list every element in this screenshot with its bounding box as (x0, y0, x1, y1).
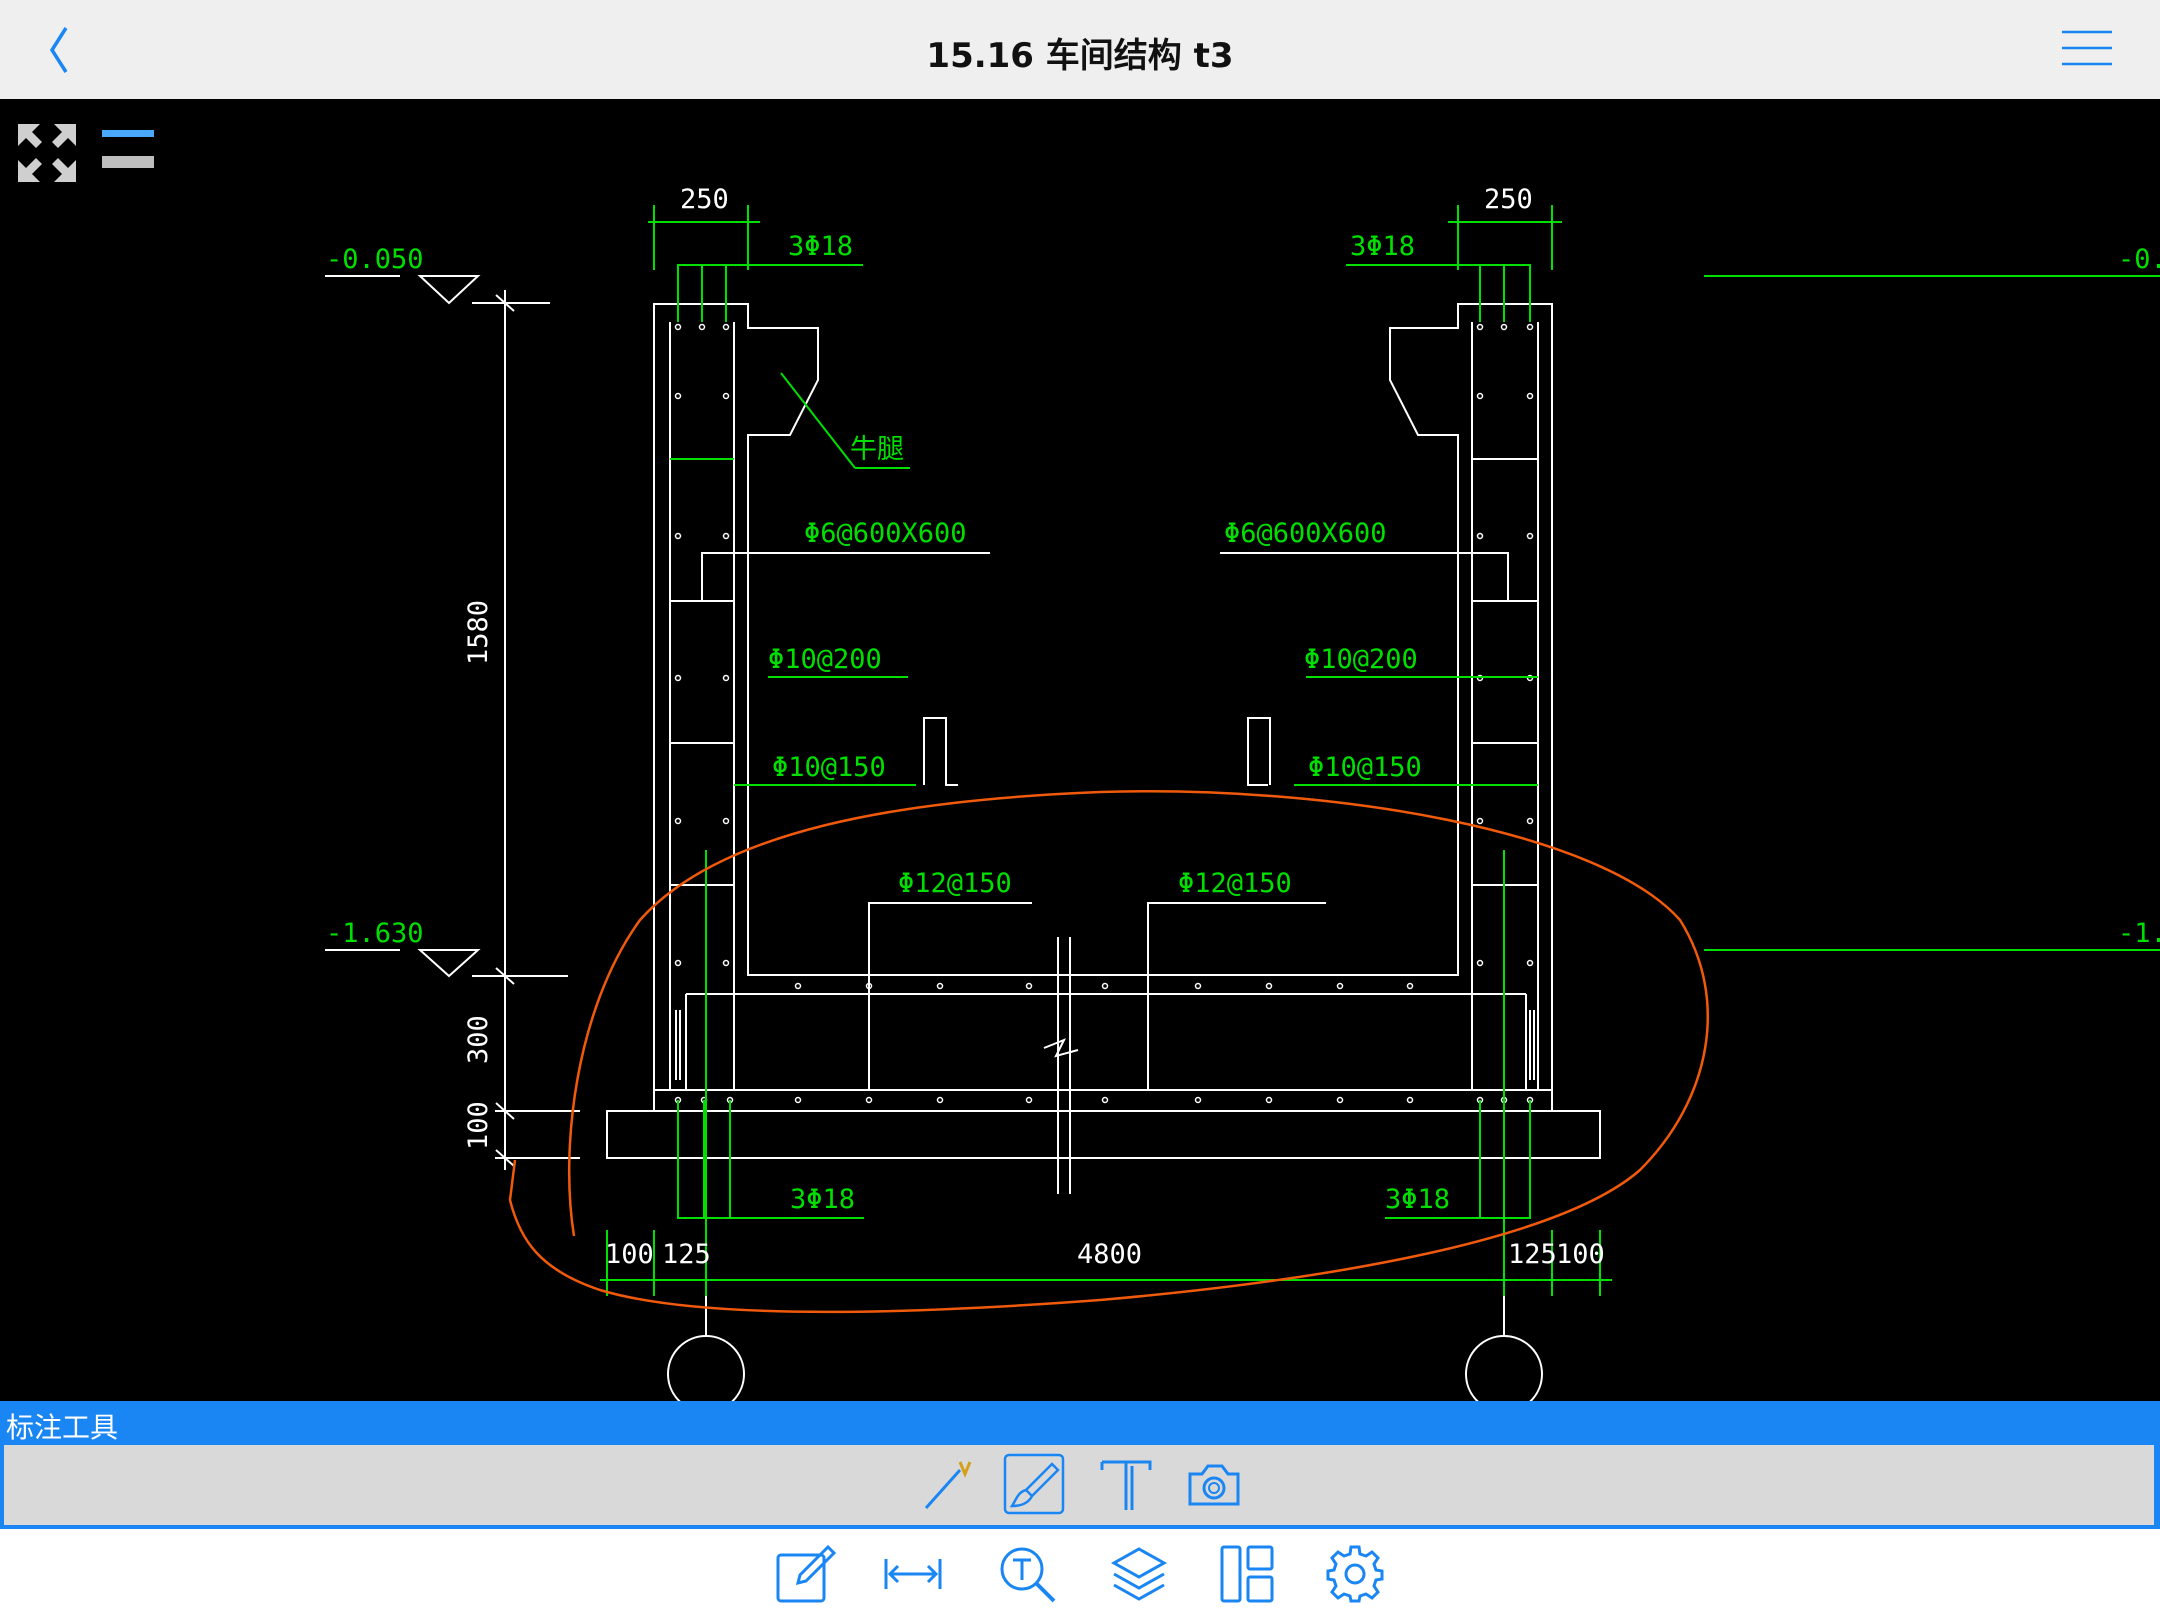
annotation-toolbar (0, 1443, 2160, 1529)
layout-icon[interactable] (1216, 1543, 1278, 1605)
bar150-left-label: Φ10@150 (772, 752, 886, 783)
dim-height-label: 1580 (463, 600, 494, 665)
top-bar: 15.16 车间结构 t3 (0, 0, 2160, 100)
page-title: 15.16 车间结构 t3 (926, 36, 1234, 76)
brush-icon[interactable] (1002, 1452, 1066, 1516)
bar150-right-label: Φ10@150 (1308, 752, 1422, 783)
dim-top-right: 250 (1484, 184, 1533, 215)
dim-b2: 125 (662, 1239, 711, 1270)
drawing-canvas[interactable]: -0.050 -1.630 -0.0 -1.6 3Φ18 3Φ18 牛腿 Φ6@… (0, 99, 2160, 1401)
bar200-right-label: Φ10@200 (1304, 644, 1418, 675)
elev-right-top-label: -0.0 (2118, 244, 2160, 275)
slab-right-label: Φ12@150 (1178, 868, 1292, 899)
bar200-left-label: Φ10@200 (768, 644, 882, 675)
corbel-label: 牛腿 (850, 434, 904, 465)
dim-b3: 4800 (1077, 1239, 1142, 1270)
edit-icon[interactable] (774, 1543, 836, 1605)
dim-300-label: 300 (463, 1015, 494, 1064)
tie-left-label: Φ6@600X600 (804, 518, 967, 549)
camera-icon[interactable] (1182, 1452, 1246, 1516)
annotation-toolbar-header: 标注工具 (0, 1401, 2160, 1444)
text-icon[interactable] (1094, 1452, 1158, 1516)
rebar-bot-left: 3Φ18 (790, 1184, 855, 1215)
annotation-title: 标注工具 (6, 1411, 119, 1444)
line-v-icon[interactable] (916, 1452, 980, 1516)
rebar-bot-right: 3Φ18 (1385, 1184, 1450, 1215)
dim-b5: 100 (1556, 1239, 1605, 1270)
slab-left-label: Φ12@150 (898, 868, 1012, 899)
layers-icon[interactable] (1108, 1543, 1170, 1605)
dim-b4: 125 (1508, 1239, 1557, 1270)
dim-b1: 100 (605, 1239, 654, 1270)
measure-icon[interactable] (882, 1543, 944, 1605)
text-search-icon[interactable] (996, 1543, 1058, 1605)
dim-top-left: 250 (680, 184, 729, 215)
layer-toggle-icon[interactable] (96, 124, 160, 178)
elev-top-label: -0.050 (326, 244, 424, 275)
rebar-top-right: 3Φ18 (1350, 231, 1415, 262)
elev-right-bottom-label: -1.6 (2118, 918, 2160, 949)
menu-icon[interactable] (2060, 28, 2114, 68)
markup-ellipse (508, 790, 1710, 1314)
rebar-top-left: 3Φ18 (788, 231, 853, 262)
dim-100v-label: 100 (463, 1101, 494, 1150)
tie-right-label: Φ6@600X600 (1224, 518, 1387, 549)
elev-bottom-label: -1.630 (326, 918, 424, 949)
fullscreen-icon[interactable] (14, 120, 80, 186)
bottom-toolbar (0, 1529, 2160, 1620)
settings-icon[interactable] (1324, 1543, 1386, 1605)
